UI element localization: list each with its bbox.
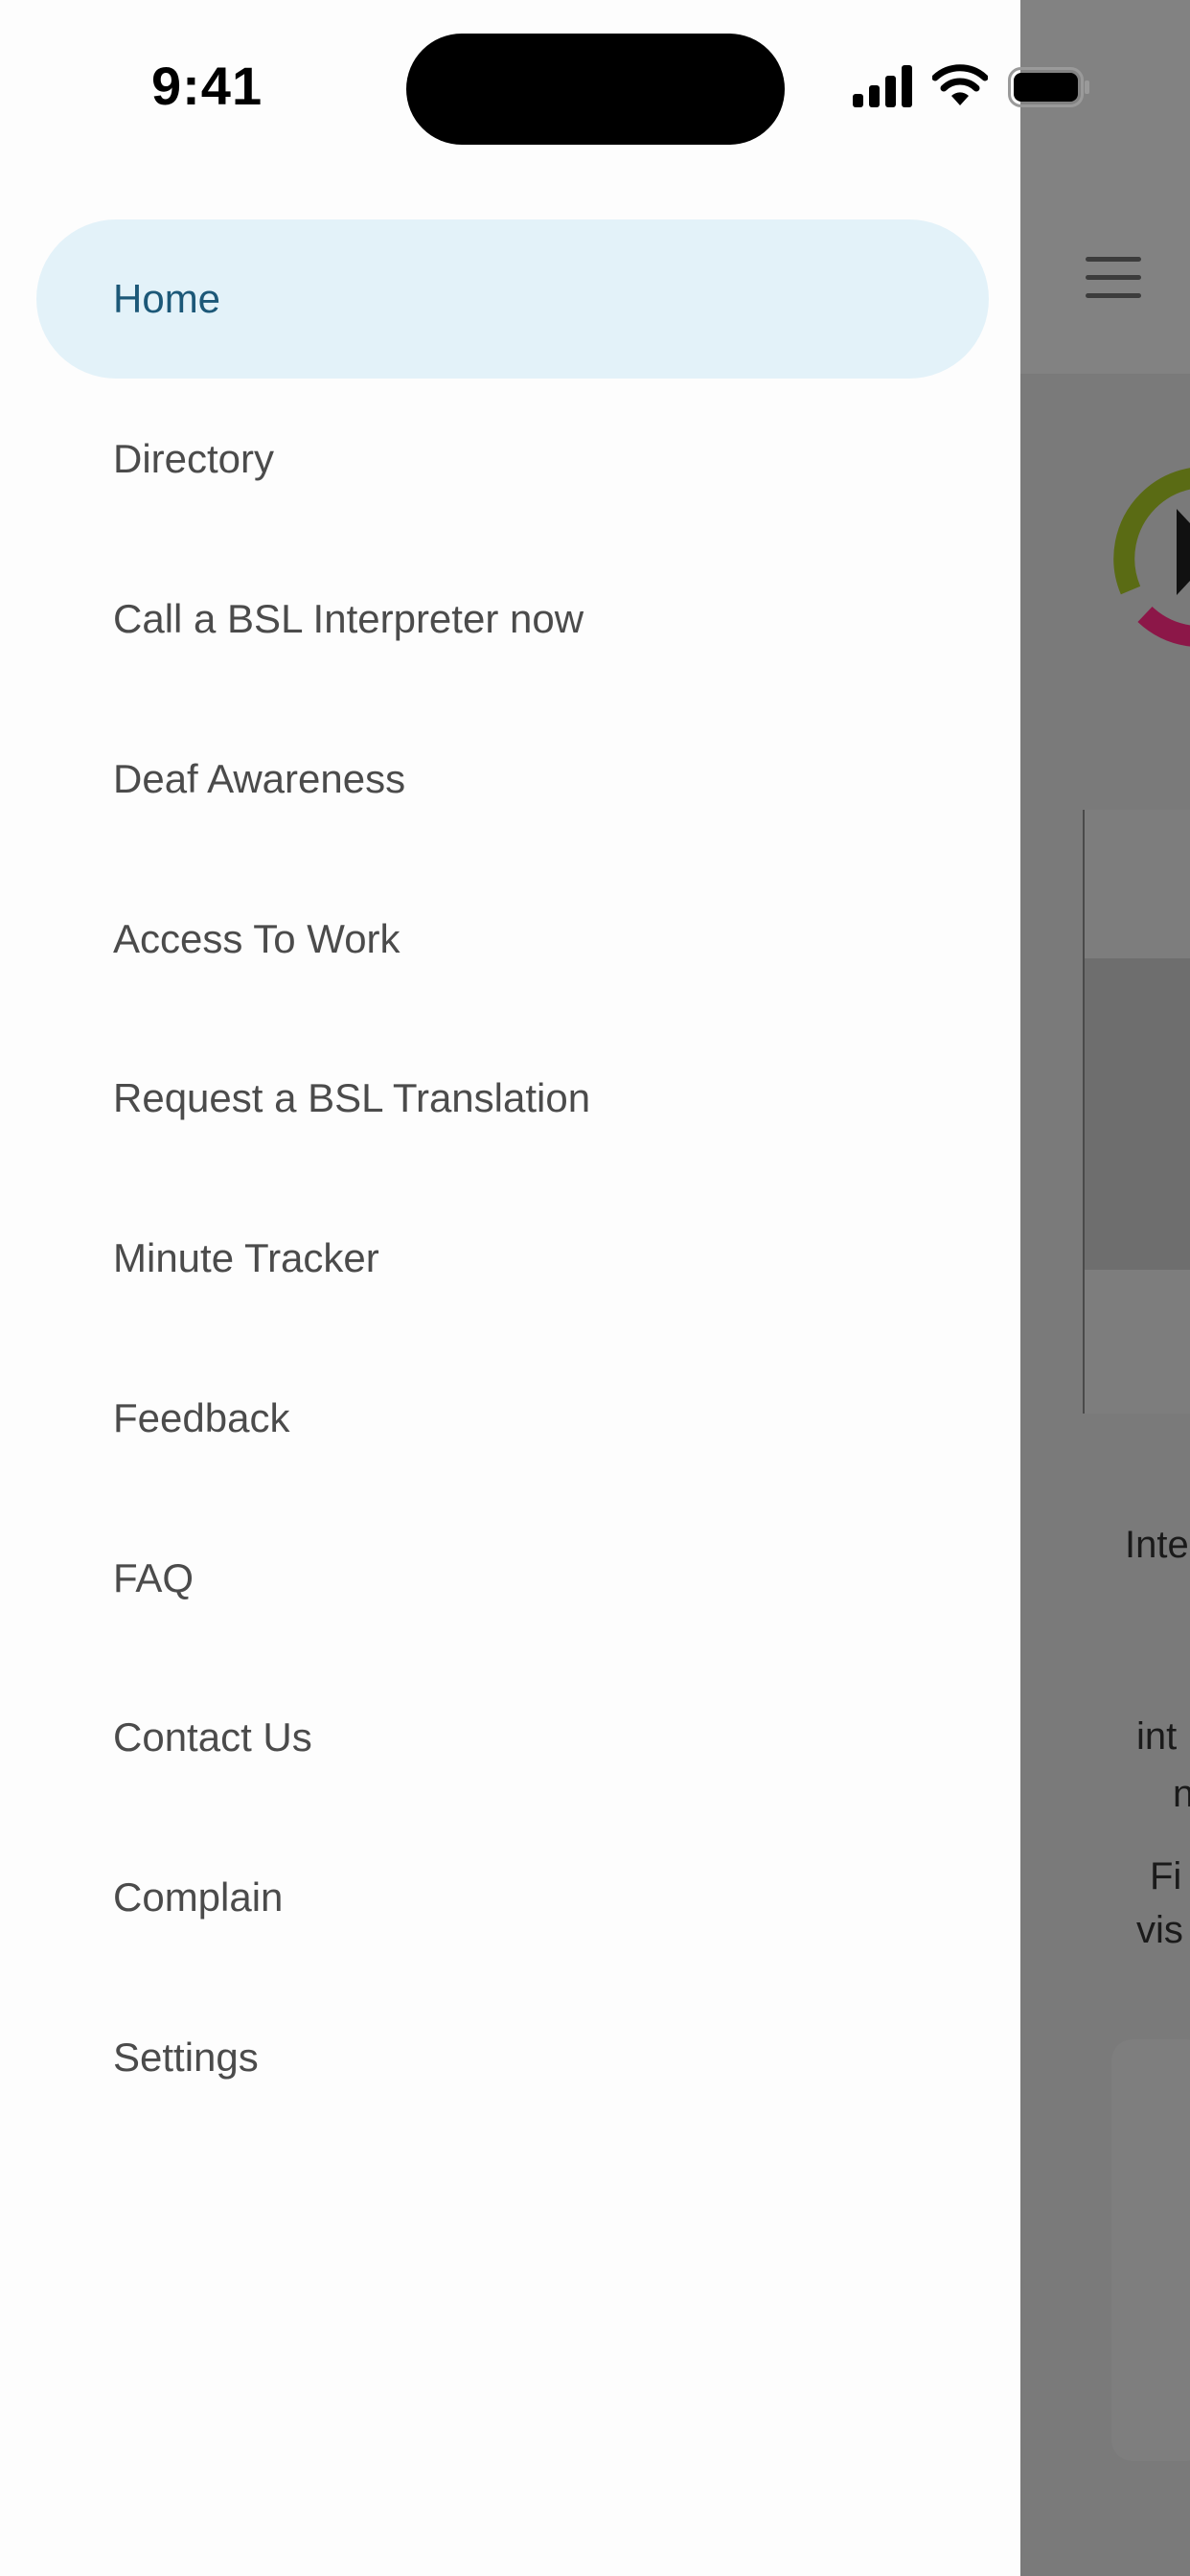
drawer-item-feedback[interactable]: Feedback — [36, 1339, 989, 1498]
background-text: vis — [1136, 1909, 1183, 1951]
status-time: 9:41 — [151, 56, 263, 116]
drawer-item-complain[interactable]: Complain — [36, 1818, 989, 1977]
drawer-item-label: Contact Us — [113, 1714, 312, 1760]
drawer-item-call-bsl-interpreter[interactable]: Call a BSL Interpreter now — [36, 540, 989, 699]
drawer-item-directory[interactable]: Directory — [36, 380, 989, 539]
background-text: Inte — [1125, 1524, 1189, 1566]
drawer-item-label: Home — [113, 276, 221, 321]
background-text: n — [1173, 1773, 1190, 1815]
drawer-item-deaf-awareness[interactable]: Deaf Awareness — [36, 700, 989, 859]
drawer-item-label: Request a BSL Translation — [113, 1075, 591, 1120]
drawer-item-label: Directory — [113, 436, 275, 481]
drawer-item-label: Minute Tracker — [113, 1235, 379, 1280]
navigation-drawer: 9:41 Home Directory Call a BSL Interpret… — [0, 0, 1089, 2576]
drawer-item-label: Complain — [113, 1874, 284, 1920]
drawer-item-label: FAQ — [113, 1555, 195, 1600]
drawer-item-minute-tracker[interactable]: Minute Tracker — [36, 1179, 989, 1338]
background-text: int — [1136, 1715, 1178, 1758]
wifi-icon — [932, 64, 988, 105]
background-text: Fi — [1150, 1855, 1182, 1898]
drawer-item-access-to-work[interactable]: Access To Work — [36, 860, 989, 1019]
drawer-item-contact-us[interactable]: Contact Us — [36, 1658, 989, 1817]
dynamic-island — [406, 34, 785, 145]
drawer-item-label: Deaf Awareness — [113, 756, 406, 801]
battery-icon — [1008, 67, 1089, 107]
drawer-item-label: Call a BSL Interpreter now — [113, 596, 584, 641]
drawer-item-label: Access To Work — [113, 916, 400, 961]
drawer-item-faq[interactable]: FAQ — [36, 1499, 989, 1658]
app-logo — [1113, 468, 1190, 647]
hamburger-icon[interactable] — [1086, 257, 1141, 299]
drawer-item-settings[interactable]: Settings — [36, 1978, 989, 2137]
drawer-item-label: Settings — [113, 2035, 259, 2080]
background-panel — [1111, 2039, 1190, 2461]
drawer-item-request-bsl-translation[interactable]: Request a BSL Translation — [36, 1019, 989, 1178]
drawer-item-home[interactable]: Home — [36, 219, 989, 379]
app-header — [1020, 0, 1190, 374]
drawer-item-label: Feedback — [113, 1395, 290, 1440]
signal-icon — [853, 65, 912, 107]
video-card — [1083, 810, 1190, 1414]
